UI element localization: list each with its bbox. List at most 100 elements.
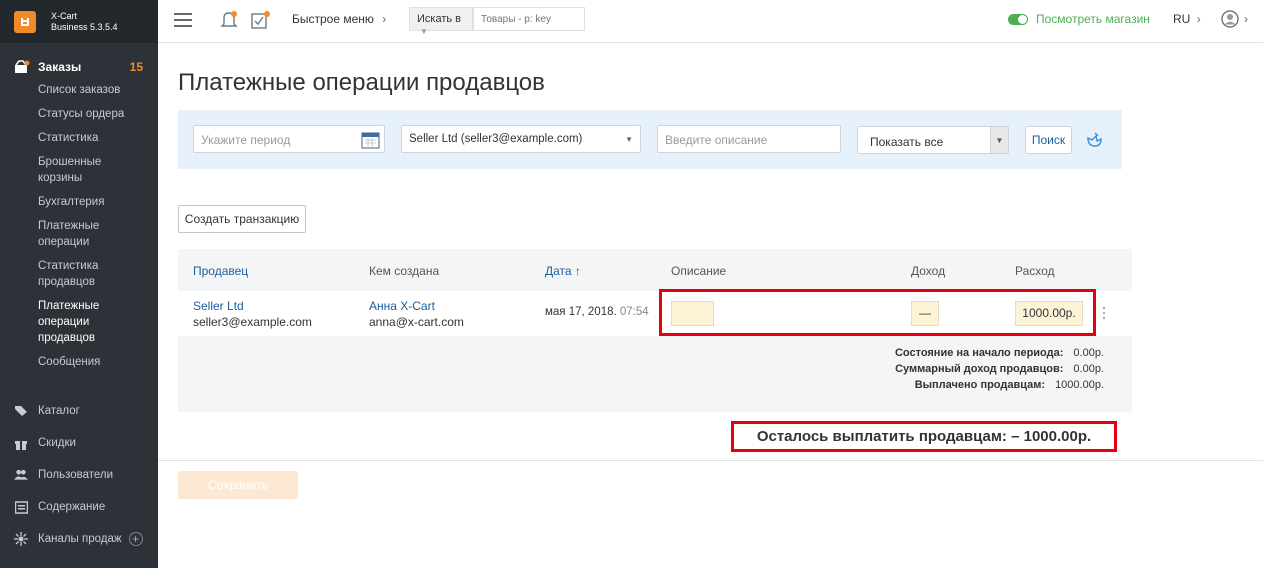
transaction-time: 07:54 xyxy=(619,306,649,318)
sidebar-item-label: Содержание xyxy=(38,501,106,513)
column-header-date[interactable]: Дата ↑ xyxy=(545,264,581,278)
seller-name-link[interactable]: Seller Ltd xyxy=(193,298,312,314)
summary-line: Выплачено продавцам: 1000.00р. xyxy=(915,379,1104,391)
user-menu[interactable]: › xyxy=(1221,10,1248,28)
summary-value: 0.00р. xyxy=(1073,363,1104,375)
caret-down-icon: ▼ xyxy=(420,27,428,36)
orders-count-badge: 15 xyxy=(129,60,143,74)
sidebar-item-content[interactable]: Содержание xyxy=(14,500,105,514)
sidebar-item-statistics[interactable]: Статистика xyxy=(0,130,158,154)
hamburger-menu-icon[interactable] xyxy=(174,12,192,28)
clear-filters-icon[interactable] xyxy=(1085,131,1103,152)
search-scope-select[interactable]: Искать в ▼ xyxy=(409,7,473,36)
table-summary: Состояние на начало периода: 0.00р. Сумма… xyxy=(178,336,1132,412)
select-arrow-icon: ▼ xyxy=(990,127,1008,153)
sidebar-item-accounting[interactable]: Бухгалтерия xyxy=(0,194,158,218)
sidebar-item-order-statuses[interactable]: Статусы ордера xyxy=(0,106,158,130)
brand-logo[interactable]: X-Cart Business 5.3.5.4 xyxy=(0,0,158,43)
content-icon xyxy=(14,500,28,514)
view-store-label: Посмотреть магазин xyxy=(1036,12,1150,26)
xcart-logo-icon xyxy=(14,10,36,33)
sidebar-item-messages[interactable]: Сообщения xyxy=(0,354,158,378)
description-input[interactable]: Введите описание xyxy=(657,125,841,153)
notifications-bell-icon[interactable] xyxy=(220,10,238,33)
sidebar-item-order-list[interactable]: Список заказов xyxy=(0,82,158,106)
add-channel-icon[interactable]: + xyxy=(128,532,143,546)
orders-icon xyxy=(15,60,30,73)
seller-email: seller3@example.com xyxy=(193,315,312,329)
quick-menu-label: Быстрое меню xyxy=(292,12,374,26)
column-header-income: Доход xyxy=(911,264,946,278)
sidebar-item-seller-statistics[interactable]: Статистика продавцов xyxy=(0,258,110,298)
search-input[interactable] xyxy=(473,7,585,31)
sidebar-item-label: Пользователи xyxy=(38,469,114,481)
total-remaining-label: Осталось выплатить продавцам: – 1000.00р… xyxy=(756,428,1092,445)
column-header-description: Описание xyxy=(671,264,727,278)
search-button-label: Поиск xyxy=(1031,133,1066,147)
summary-label: Суммарный доход продавцов: xyxy=(895,363,1064,375)
brand-name: X-Cart xyxy=(51,10,78,21)
sidebar-item-seller-payment-operations[interactable]: Платежные операции продавцов xyxy=(0,298,100,354)
sidebar: X-Cart Business 5.3.5.4 Заказы 15 Список… xyxy=(0,0,158,568)
sidebar-item-users[interactable]: Пользователи xyxy=(14,468,113,482)
column-header-expense: Расход xyxy=(1015,264,1055,278)
search-scope-label: Искать в xyxy=(417,13,462,25)
sales-channels-icon xyxy=(14,532,28,546)
sidebar-item-label: Заказы xyxy=(38,60,82,74)
language-selector[interactable]: RU › xyxy=(1173,12,1201,26)
sidebar-item-catalog[interactable]: Каталог xyxy=(14,404,80,418)
chevron-right-icon: › xyxy=(1244,12,1248,26)
caret-down-icon: ▼ xyxy=(625,135,633,144)
save-button[interactable]: Сохранить xyxy=(178,471,298,499)
sort-arrow-up-icon: ↑ xyxy=(574,264,581,278)
user-avatar-icon xyxy=(1221,10,1239,28)
quick-menu-button[interactable]: Быстрое меню › xyxy=(292,12,386,26)
creator-name-link[interactable]: Анна X-Cart xyxy=(369,298,464,314)
chevron-right-icon: › xyxy=(1196,12,1201,26)
search-button[interactable]: Поиск xyxy=(1025,126,1072,154)
total-remaining-box: Осталось выплатить продавцам: – 1000.00р… xyxy=(731,421,1117,452)
users-icon xyxy=(14,468,28,482)
create-transaction-button[interactable]: Создать транзакцию xyxy=(178,205,306,233)
page-title: Платежные операции продавцов xyxy=(178,69,545,96)
top-bar: Быстрое меню › Искать в ▼ Посмотреть маг… xyxy=(158,0,1263,43)
calendar-icon[interactable] xyxy=(361,130,380,152)
sidebar-item-label: Каналы продаж xyxy=(38,533,122,545)
sidebar-item-abandoned-carts[interactable]: Брошенные корзины xyxy=(0,154,110,194)
brand-edition: Business 5.3.5.4 xyxy=(51,21,118,32)
transaction-date: мая 17, 2018. xyxy=(545,306,617,318)
footer-divider xyxy=(158,460,1263,461)
language-label: RU xyxy=(1173,12,1191,26)
column-header-date-label: Дата xyxy=(545,264,572,278)
sidebar-item-sales-channels[interactable]: Каналы продаж + xyxy=(14,532,143,546)
creator-email: anna@x-cart.com xyxy=(369,315,464,329)
summary-line: Суммарный доход продавцов: 0.00р. xyxy=(895,363,1104,375)
description-placeholder: Введите описание xyxy=(665,133,768,147)
summary-value: 1000.00р. xyxy=(1055,379,1104,391)
store-toggle-icon xyxy=(1008,13,1028,25)
table-header: Продавец Кем создана Дата ↑ Описание Дох… xyxy=(178,249,1132,291)
period-placeholder: Укажите период xyxy=(201,133,291,147)
gift-icon xyxy=(14,436,28,450)
tasks-icon[interactable] xyxy=(251,10,271,33)
sidebar-item-label: Скидки xyxy=(38,437,76,449)
sidebar-item-payment-operations[interactable]: Платежные операции xyxy=(0,218,110,258)
sidebar-item-orders[interactable]: Заказы 15 xyxy=(0,56,158,78)
column-header-seller[interactable]: Продавец xyxy=(193,264,248,278)
seller-select-value: Seller Ltd (seller3@example.com) xyxy=(409,133,583,145)
seller-select[interactable]: Seller Ltd (seller3@example.com) ▼ xyxy=(401,125,641,153)
column-header-created-by: Кем создана xyxy=(369,264,440,278)
view-store-link[interactable]: Посмотреть магазин xyxy=(1008,12,1150,26)
tag-icon xyxy=(14,404,28,418)
create-transaction-label: Создать транзакцию xyxy=(184,212,300,226)
row-actions-icon[interactable] xyxy=(1102,305,1108,324)
period-input[interactable]: Укажите период xyxy=(193,125,385,153)
sidebar-item-discounts[interactable]: Скидки xyxy=(14,436,76,450)
save-button-label: Сохранить xyxy=(208,478,268,492)
show-select-value: Показать все xyxy=(870,135,944,149)
show-select[interactable]: Показать все ▼ xyxy=(857,126,1009,154)
filters-panel: Укажите период Seller Ltd (seller3@examp… xyxy=(178,110,1122,169)
summary-label: Выплачено продавцам: xyxy=(914,379,1046,391)
chevron-right-icon: › xyxy=(382,12,387,26)
summary-line: Состояние на начало периода: 0.00р. xyxy=(895,347,1104,359)
